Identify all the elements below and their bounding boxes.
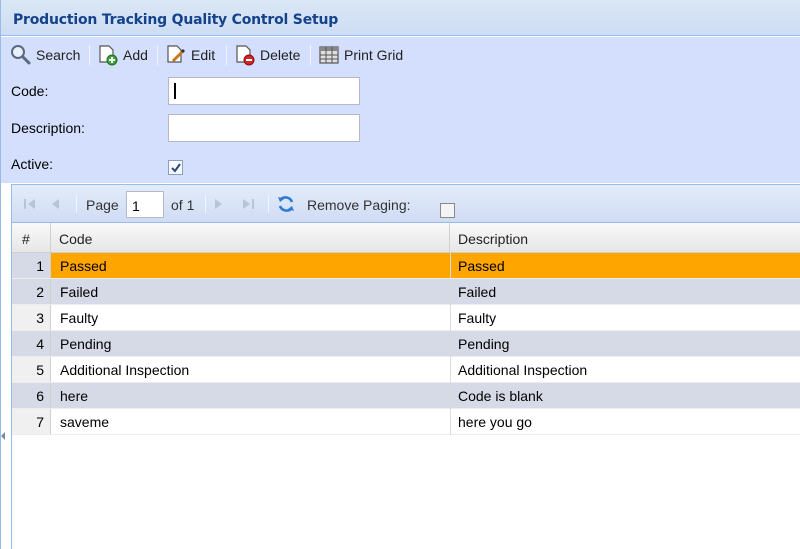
toolbar-separator bbox=[226, 45, 227, 65]
refresh-icon[interactable] bbox=[276, 194, 296, 214]
table-row[interactable]: 2 Failed Failed bbox=[12, 279, 800, 305]
cell-divider bbox=[450, 409, 451, 435]
code-label: Code: bbox=[11, 83, 49, 99]
description-input[interactable] bbox=[168, 114, 360, 142]
row-number: 6 bbox=[12, 383, 51, 408]
toolbar: Search Add Edit Delete Print Grid bbox=[1, 37, 800, 73]
table-row[interactable]: 6 here Code is blank bbox=[12, 383, 800, 409]
print-grid-button[interactable]: Print Grid bbox=[318, 43, 403, 67]
print-grid-button-label: Print Grid bbox=[344, 47, 404, 63]
pager-separator bbox=[268, 195, 269, 213]
cell-divider bbox=[450, 357, 451, 383]
active-label: Active: bbox=[11, 156, 54, 172]
row-number: 1 bbox=[12, 253, 51, 278]
code-cell: Additional Inspection bbox=[60, 362, 190, 378]
first-page-icon[interactable] bbox=[22, 197, 38, 211]
description-label: Description: bbox=[11, 120, 85, 136]
description-cell: Additional Inspection bbox=[458, 362, 588, 378]
delete-button[interactable]: Delete bbox=[234, 43, 300, 67]
row-number: 2 bbox=[12, 279, 51, 304]
collapse-handle-icon[interactable] bbox=[1, 430, 5, 442]
search-button[interactable]: Search bbox=[10, 43, 80, 67]
page-count: of 1 bbox=[171, 197, 195, 213]
table-row[interactable]: 5 Additional Inspection Additional Inspe… bbox=[12, 357, 800, 383]
edit-button[interactable]: Edit bbox=[165, 43, 215, 67]
code-input[interactable] bbox=[168, 77, 360, 105]
row-number: 3 bbox=[12, 305, 51, 330]
pager-toolbar: Page 1 of 1 Remove Paging: bbox=[12, 185, 800, 223]
cell-divider bbox=[450, 383, 451, 409]
code-cell: Passed bbox=[60, 258, 107, 274]
search-button-label: Search bbox=[36, 47, 81, 63]
page-number-input[interactable]: 1 bbox=[126, 191, 164, 218]
window-title: Production Tracking Quality Control Setu… bbox=[13, 12, 339, 28]
window-titlebar: Production Tracking Quality Control Setu… bbox=[1, 0, 800, 36]
cell-divider bbox=[450, 253, 451, 279]
grid-icon bbox=[319, 46, 339, 64]
active-checkbox[interactable] bbox=[168, 160, 183, 175]
code-cell: here bbox=[60, 388, 89, 404]
cell-divider bbox=[450, 331, 451, 357]
add-button[interactable]: Add bbox=[97, 43, 148, 67]
table-row[interactable]: 3 Faulty Faulty bbox=[12, 305, 800, 331]
remove-paging-label: Remove Paging: bbox=[307, 197, 411, 213]
code-cell: Pending bbox=[60, 336, 112, 352]
column-header-description[interactable]: Description bbox=[450, 223, 800, 253]
qc-setup-panel: Production Tracking Quality Control Setu… bbox=[0, 0, 800, 549]
description-cell: Faulty bbox=[458, 310, 497, 326]
qc-grid: Page 1 of 1 Remove Paging: # Code Descri… bbox=[11, 184, 800, 549]
row-number: 5 bbox=[12, 357, 51, 382]
grid-header: # Code Description bbox=[12, 223, 800, 253]
next-page-icon[interactable] bbox=[212, 197, 226, 211]
checkmark-icon bbox=[171, 163, 181, 173]
filter-form: Code: Description: Active: bbox=[1, 73, 800, 183]
text-cursor bbox=[174, 83, 176, 99]
cell-divider bbox=[450, 305, 451, 331]
toolbar-separator bbox=[89, 45, 90, 65]
code-cell: saveme bbox=[60, 414, 110, 430]
remove-paging-checkbox[interactable] bbox=[440, 203, 455, 218]
pager-separator bbox=[205, 195, 206, 213]
description-cell: Code is blank bbox=[458, 388, 543, 404]
description-cell: Pending bbox=[458, 336, 510, 352]
toolbar-separator bbox=[157, 45, 158, 65]
table-row[interactable]: 1 Passed Passed bbox=[12, 253, 800, 279]
description-cell: Failed bbox=[458, 284, 497, 300]
row-number: 4 bbox=[12, 331, 51, 356]
table-row[interactable]: 7 saveme here you go bbox=[12, 409, 800, 435]
column-header-number[interactable]: # bbox=[12, 223, 51, 253]
delete-icon bbox=[236, 45, 255, 66]
row-number: 7 bbox=[12, 409, 51, 434]
table-row[interactable]: 4 Pending Pending bbox=[12, 331, 800, 357]
delete-button-label: Delete bbox=[260, 47, 301, 63]
code-cell: Faulty bbox=[60, 310, 99, 326]
prev-page-icon[interactable] bbox=[48, 197, 62, 211]
cell-divider bbox=[450, 279, 451, 305]
edit-icon bbox=[167, 45, 186, 63]
description-cell: Passed bbox=[458, 258, 505, 274]
last-page-icon[interactable] bbox=[240, 197, 256, 211]
pager-separator bbox=[76, 195, 77, 213]
column-header-code[interactable]: Code bbox=[51, 223, 450, 253]
page-label: Page bbox=[86, 197, 119, 213]
search-icon bbox=[11, 45, 31, 65]
description-cell: here you go bbox=[458, 414, 532, 430]
add-button-label: Add bbox=[123, 47, 148, 63]
toolbar-separator bbox=[310, 45, 311, 65]
add-icon bbox=[99, 45, 118, 66]
edit-button-label: Edit bbox=[191, 47, 216, 63]
code-cell: Failed bbox=[60, 284, 99, 300]
